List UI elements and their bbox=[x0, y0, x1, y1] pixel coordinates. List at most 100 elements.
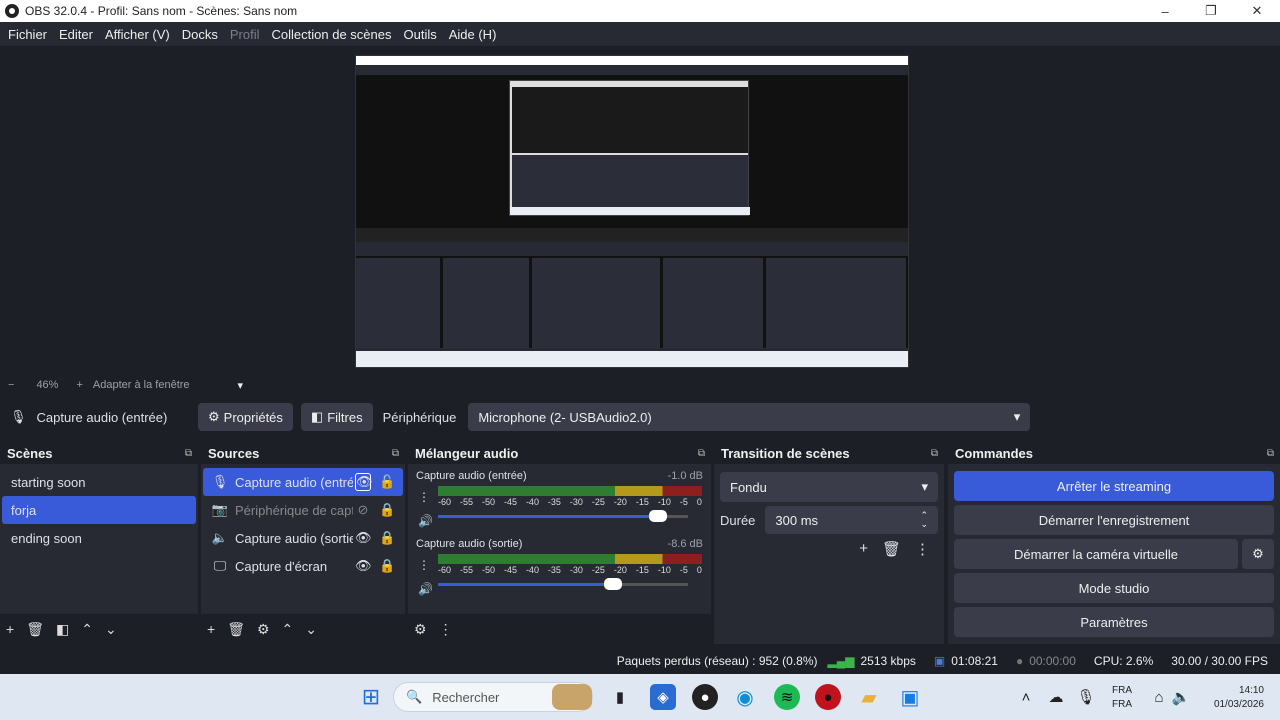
kebab-menu-icon[interactable]: ⋮ bbox=[915, 540, 930, 558]
filters-button[interactable]: ◧ Filtres bbox=[300, 403, 373, 431]
lock-icon[interactable]: 🔒 bbox=[379, 502, 395, 518]
eye-icon[interactable]: 👁 bbox=[355, 558, 372, 574]
language-indicator[interactable]: FRA FRA bbox=[1112, 684, 1132, 712]
volume-icon[interactable]: 🔈 bbox=[1168, 684, 1194, 710]
arrow-down-icon[interactable]: ⌄ bbox=[105, 621, 117, 638]
meter-tick-label: -10 bbox=[657, 497, 671, 507]
arrow-up-icon[interactable]: ⌃ bbox=[81, 621, 93, 638]
file-explorer-icon[interactable]: ▰ bbox=[856, 684, 882, 710]
source-item[interactable]: 🎙 Capture audio (entrée) 👁 🔓 bbox=[203, 468, 403, 496]
stop-streaming-button[interactable]: Arrêter le streaming bbox=[954, 471, 1274, 501]
store-icon[interactable]: ▣ bbox=[897, 684, 923, 710]
channel-name: Capture audio (entrée) bbox=[416, 470, 527, 482]
virtual-camera-button[interactable]: Démarrer la caméra virtuelle bbox=[954, 539, 1238, 569]
duration-spinbox[interactable]: 300 ms ⌃ ⌄ bbox=[765, 506, 938, 534]
kebab-menu-icon[interactable]: ⋮ bbox=[418, 558, 430, 572]
arrow-up-icon[interactable]: ⌃ bbox=[282, 621, 294, 638]
clock[interactable]: 14:10 01/03/2026 bbox=[1200, 684, 1264, 712]
menu-aide[interactable]: Aide (H) bbox=[443, 27, 503, 42]
mic-icon[interactable]: 🎙 bbox=[1073, 684, 1099, 710]
trash-icon[interactable]: 🗑 bbox=[26, 621, 44, 638]
channel-db: -1.0 dB bbox=[667, 470, 703, 482]
close-button[interactable]: ✕ bbox=[1234, 0, 1280, 22]
settings-button[interactable]: Paramètres bbox=[954, 607, 1274, 637]
commands-dock: Commandes ⧉ Arrêter le streaming Démarrer… bbox=[948, 442, 1280, 644]
menu-afficher[interactable]: Afficher (V) bbox=[99, 27, 176, 42]
trash-icon[interactable]: 🗑 bbox=[882, 540, 901, 558]
zoom-in-button[interactable]: + bbox=[76, 379, 82, 391]
menu-collection[interactable]: Collection de scènes bbox=[266, 27, 398, 42]
popout-icon[interactable]: ⧉ bbox=[698, 448, 705, 459]
add-scene-icon[interactable]: + bbox=[6, 621, 14, 637]
zoom-out-button[interactable]: − bbox=[8, 379, 14, 391]
menu-docks[interactable]: Docks bbox=[176, 27, 224, 42]
device-select[interactable]: Microphone (2- USBAudio2.0) ▾ bbox=[468, 403, 1031, 431]
eye-icon[interactable]: 👁 bbox=[355, 473, 373, 491]
cloud-icon[interactable]: ☁ bbox=[1043, 684, 1069, 710]
source-item[interactable]: 🖵 Capture d'écran 👁 🔒 bbox=[203, 552, 403, 580]
obs-taskbar-icon[interactable]: ● bbox=[692, 684, 718, 710]
properties-button[interactable]: ⚙ Propriétés bbox=[198, 403, 293, 431]
volume-slider[interactable] bbox=[438, 576, 703, 592]
gear-icon[interactable]: ⚙ bbox=[257, 621, 270, 638]
popout-icon[interactable]: ⧉ bbox=[392, 448, 399, 459]
mixer-channel: Capture audio (entrée) -1.0 dB ⋮ -60 -55 -5… bbox=[408, 468, 711, 528]
studio-mode-button[interactable]: Mode studio bbox=[954, 573, 1274, 603]
kebab-menu-icon[interactable]: ⋮ bbox=[439, 621, 453, 638]
arrow-down-icon[interactable]: ⌄ bbox=[305, 621, 317, 638]
app-red-icon[interactable]: ● bbox=[815, 684, 841, 710]
filter-icon[interactable]: ◧ bbox=[56, 621, 69, 638]
preview-canvas[interactable] bbox=[355, 55, 909, 368]
add-transition-icon[interactable]: + bbox=[859, 540, 868, 558]
scene-item[interactable]: ending soon bbox=[2, 524, 196, 552]
popout-icon[interactable]: ⧉ bbox=[931, 448, 938, 459]
advanced-audio-icon[interactable]: ⚙ bbox=[414, 621, 427, 638]
maximize-button[interactable]: ❐ bbox=[1188, 0, 1234, 22]
network-bars-icon: ▂▄▆ bbox=[827, 654, 855, 668]
popout-icon[interactable]: ⧉ bbox=[185, 448, 192, 459]
app-icon[interactable]: ◈ bbox=[650, 684, 676, 710]
virtual-camera-settings-gear-icon[interactable]: ⚙ bbox=[1242, 539, 1274, 569]
eye-icon[interactable]: 👁 bbox=[355, 530, 372, 546]
scene-item[interactable]: starting soon bbox=[2, 468, 196, 496]
zoom-fit-label[interactable]: Adapter à la fenêtre bbox=[93, 379, 190, 391]
start-recording-button[interactable]: Démarrer l'enregistrement bbox=[954, 505, 1274, 535]
unlock-icon[interactable]: 🔓 bbox=[379, 474, 395, 490]
source-item[interactable]: 🔈 Capture audio (sortie) 👁 🔒 bbox=[203, 524, 403, 552]
zoom-dropdown-icon[interactable]: ▾ bbox=[238, 379, 244, 392]
menu-fichier[interactable]: Fichier bbox=[2, 27, 53, 42]
spin-arrows-icon[interactable]: ⌃ ⌄ bbox=[920, 511, 928, 529]
clock-time: 14:10 bbox=[1238, 685, 1264, 696]
speaker-icon[interactable]: 🔊 bbox=[418, 514, 433, 528]
trash-icon[interactable]: 🗑 bbox=[227, 621, 245, 638]
popout-icon[interactable]: ⧉ bbox=[1267, 448, 1274, 459]
menu-outils[interactable]: Outils bbox=[397, 27, 442, 42]
status-bar: Paquets perdus (réseau) : 952 (0.8%) ▂▄▆… bbox=[0, 648, 1280, 674]
preview-area[interactable] bbox=[0, 46, 1280, 376]
lock-icon[interactable]: 🔒 bbox=[379, 530, 395, 546]
preview-nested-window bbox=[509, 80, 750, 216]
edge-icon[interactable]: ◉ bbox=[732, 684, 758, 710]
spotify-icon[interactable]: ≋ bbox=[774, 684, 800, 710]
eye-hidden-icon[interactable]: ⊘ bbox=[355, 502, 371, 518]
transition-select[interactable]: Fondu ▾ bbox=[720, 472, 938, 502]
monitor-icon: 🖵 bbox=[213, 558, 227, 573]
windows-start-icon[interactable]: ⊞ bbox=[358, 684, 384, 710]
meter-tick-label: -30 bbox=[569, 497, 583, 507]
meter-tick-label: -40 bbox=[525, 497, 539, 507]
lock-icon[interactable]: 🔒 bbox=[379, 558, 395, 574]
menu-editer[interactable]: Editer bbox=[53, 27, 99, 42]
volume-slider[interactable] bbox=[438, 508, 703, 524]
meter-ticks: -60 -55 -50 -45 -40 -35 -30 -25 -20 -15 -10 -5 0 bbox=[438, 565, 702, 575]
source-item[interactable]: 📷 Périphérique de capture vidéo ⊘ 🔒 bbox=[203, 496, 403, 524]
minimize-button[interactable]: – bbox=[1142, 0, 1188, 22]
speaker-icon[interactable]: 🔊 bbox=[418, 582, 433, 596]
chevron-up-icon[interactable]: ˄ bbox=[1013, 684, 1039, 710]
widgets-icon[interactable] bbox=[552, 684, 592, 710]
scene-item[interactable]: forja bbox=[2, 496, 196, 524]
bitrate: 2513 kbps bbox=[860, 654, 916, 668]
add-source-icon[interactable]: + bbox=[207, 621, 215, 637]
kebab-menu-icon[interactable]: ⋮ bbox=[418, 490, 430, 504]
task-view-icon[interactable]: ▮ bbox=[607, 684, 633, 710]
menu-profil[interactable]: Profil bbox=[224, 27, 266, 42]
